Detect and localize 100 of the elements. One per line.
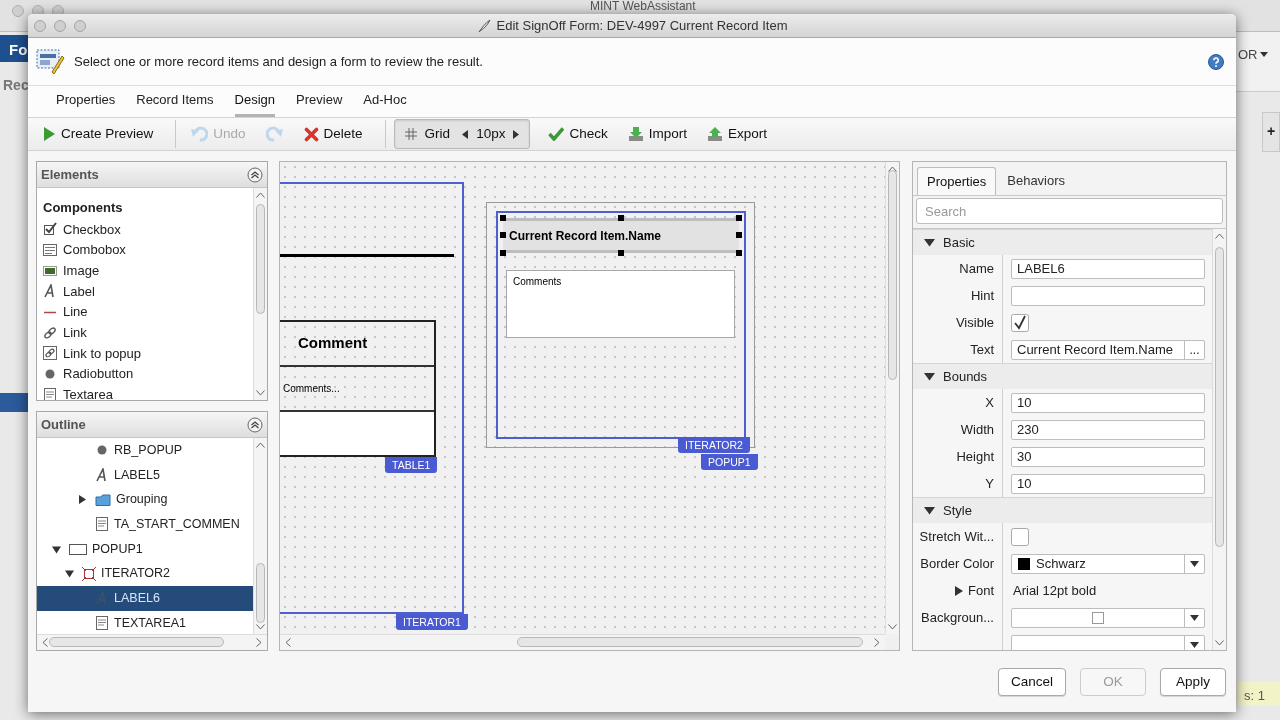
scroll-up-icon[interactable] [256, 442, 265, 448]
checkbox[interactable] [1011, 313, 1029, 332]
caret-icon[interactable] [1190, 614, 1199, 621]
collapse-arrow-icon[interactable] [924, 372, 935, 381]
palette-item[interactable]: Textarea [43, 384, 253, 400]
grid-stepper[interactable]: Grid 10px [393, 119, 531, 149]
table-header[interactable]: Comment [280, 322, 434, 367]
scrollbar[interactable] [1212, 229, 1226, 650]
tab[interactable]: Record Items [136, 89, 214, 117]
collapse-icon[interactable] [247, 166, 263, 183]
scroll-left-icon[interactable] [42, 638, 48, 647]
element-tag[interactable]: TABLE1 [385, 457, 438, 473]
tab[interactable]: Ad-Hoc [363, 89, 407, 117]
tab[interactable]: Properties [917, 167, 997, 195]
import-button[interactable]: Import [621, 120, 693, 148]
tab[interactable]: Behaviors [998, 167, 1075, 195]
scrollbar-thumb[interactable] [256, 563, 265, 623]
scrollbar-thumb[interactable] [256, 204, 265, 314]
element-tag[interactable]: POPUP1 [701, 454, 758, 470]
scroll-down-icon[interactable] [256, 390, 265, 396]
text-field[interactable]: 10 [1011, 473, 1205, 494]
expand-arrow-icon[interactable] [78, 495, 87, 505]
text-field[interactable]: Current Record Item.Name ... [1011, 339, 1205, 360]
scroll-up-icon[interactable] [888, 166, 897, 172]
expand-arrow-icon[interactable] [955, 585, 963, 596]
scrollbar[interactable] [280, 634, 885, 650]
palette-item[interactable]: Combobox [43, 239, 253, 261]
tree-item[interactable]: RB_POPUP [37, 438, 253, 463]
resize-handle[interactable] [500, 250, 506, 256]
palette-item[interactable]: Link [43, 322, 253, 344]
scrollbar[interactable] [885, 162, 899, 634]
left-arrow-icon[interactable] [462, 129, 469, 139]
scrollbar-thumb[interactable] [1215, 247, 1224, 547]
scrollbar-thumb[interactable] [49, 637, 224, 647]
resize-handle[interactable] [500, 232, 506, 238]
create-preview-button[interactable]: Create Preview [36, 120, 160, 148]
palette-item[interactable]: Radiobutton [43, 363, 253, 385]
element-tag[interactable]: ITERATOR1 [396, 614, 468, 630]
help-icon[interactable] [1208, 53, 1224, 70]
dropdown[interactable]: Schwarz [1011, 553, 1205, 574]
collapse-arrow-icon[interactable] [924, 506, 935, 515]
check-button[interactable]: Check [542, 120, 614, 148]
text-field[interactable]: 30 [1011, 446, 1205, 467]
checkbox[interactable] [1011, 527, 1029, 546]
text-field[interactable]: 230 [1011, 419, 1205, 440]
tree-item[interactable]: LABEL5 [37, 462, 253, 488]
scrollbar-thumb[interactable] [888, 170, 897, 380]
search-field[interactable]: Search [916, 198, 1223, 224]
palette-item[interactable]: Label [43, 281, 253, 302]
caret-icon[interactable] [1190, 641, 1199, 648]
element-tag[interactable]: ITERATOR2 [678, 437, 750, 453]
dialog-button[interactable]: Cancel [997, 668, 1066, 696]
palette-item[interactable]: Link to popup [43, 343, 253, 364]
section-header[interactable]: Bounds [913, 363, 1212, 389]
collapse-icon[interactable] [247, 416, 263, 433]
section-header[interactable]: Style [913, 497, 1212, 523]
tree-item[interactable]: POPUP1 [37, 536, 253, 562]
scrollbar[interactable] [253, 188, 267, 400]
scrollbar-thumb[interactable] [517, 637, 863, 647]
scroll-left-icon[interactable] [285, 638, 291, 647]
resize-handle[interactable] [736, 250, 742, 256]
tree-item[interactable]: ITERATOR2 [37, 561, 253, 587]
export-button[interactable]: Export [700, 120, 773, 148]
scrollbar[interactable] [253, 438, 267, 634]
resize-handle[interactable] [500, 215, 506, 221]
ellipsis-button[interactable]: ... [1184, 340, 1204, 359]
text-field[interactable]: LABEL6 [1011, 258, 1205, 279]
resize-handle[interactable] [736, 215, 742, 221]
tree-item[interactable]: LABEL6 [37, 586, 253, 611]
resize-handle[interactable] [736, 232, 742, 238]
resize-handle[interactable] [618, 215, 624, 221]
scroll-down-icon[interactable] [888, 624, 897, 630]
scroll-right-icon[interactable] [256, 638, 262, 647]
caret-icon[interactable] [1190, 560, 1199, 567]
scrollbar[interactable] [37, 634, 267, 650]
text-field[interactable]: 10 [1011, 392, 1205, 413]
dialog-button[interactable]: Apply [1160, 668, 1226, 696]
caret-icon[interactable] [1260, 52, 1268, 57]
canvas-label[interactable]: Current Record Item.Name [503, 218, 739, 253]
tab[interactable]: Properties [56, 89, 116, 117]
tree-item[interactable]: Grouping [37, 487, 253, 513]
section-header[interactable]: Basic [913, 229, 1212, 255]
canvas-textarea[interactable]: Comments [506, 270, 735, 338]
tree-item[interactable]: TA_START_COMMEN [37, 512, 253, 537]
delete-button[interactable]: Delete [297, 120, 369, 148]
text-field[interactable] [1011, 285, 1205, 306]
scroll-down-icon[interactable] [256, 624, 265, 630]
add-button[interactable]: + [1262, 112, 1280, 152]
menu-label[interactable]: OR [1238, 45, 1258, 65]
scroll-up-icon[interactable] [256, 192, 265, 198]
table-frame[interactable]: Comment Comments... [280, 320, 436, 457]
tab[interactable]: Preview [296, 89, 343, 117]
palette-item[interactable]: Line [43, 301, 253, 323]
palette-item[interactable]: Image [43, 260, 253, 282]
tree-item[interactable]: TEXTAREA1 [37, 610, 253, 634]
scroll-right-icon[interactable] [874, 638, 880, 647]
collapse-arrow-icon[interactable] [65, 569, 74, 579]
scroll-up-icon[interactable] [1215, 233, 1224, 239]
collapse-arrow-icon[interactable] [924, 238, 935, 247]
palette-item[interactable]: Checkbox [43, 219, 253, 240]
